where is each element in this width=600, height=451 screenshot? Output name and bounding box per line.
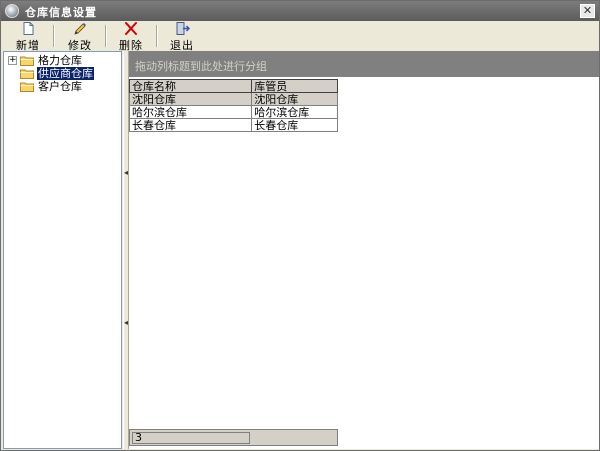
toolbar-separator xyxy=(156,25,158,47)
tree-expander[interactable]: + xyxy=(8,56,17,65)
cell-keeper[interactable]: 哈尔滨仓库 xyxy=(251,105,338,119)
column-header-warehouse-name[interactable]: 仓库名称 xyxy=(128,79,253,93)
tree-item-label: 客户仓库 xyxy=(38,80,82,93)
delete-button[interactable]: 删除 xyxy=(114,21,148,52)
title-bar[interactable]: 仓库信息设置 ✕ xyxy=(1,1,599,21)
grid-footer: 3 xyxy=(129,429,338,446)
exit-button[interactable]: 退出 xyxy=(165,21,199,52)
folder-icon xyxy=(20,56,34,66)
edit-button[interactable]: 修改 xyxy=(63,21,97,52)
collapse-left-arrow-icon[interactable]: ◂ xyxy=(124,319,128,327)
grid-header-row: 仓库名称 库管员 xyxy=(128,79,338,93)
toolbar: 新增 修改 删除 退出 xyxy=(1,21,599,52)
group-by-area[interactable]: 拖动列标题到此处进行分组 xyxy=(129,51,599,77)
window-title: 仓库信息设置 xyxy=(25,6,97,19)
warehouse-tree: + 格力仓库 供应商仓库 客户仓库 xyxy=(3,51,122,449)
tree-item-gree-warehouse[interactable]: + 格力仓库 xyxy=(4,54,121,67)
tree-item-supplier-warehouse[interactable]: 供应商仓库 xyxy=(4,67,121,80)
edit-pencil-icon xyxy=(74,23,86,35)
tree-item-label: 格力仓库 xyxy=(38,54,82,67)
toolbar-separator xyxy=(53,25,55,47)
table-row[interactable]: 沈阳仓库 沈阳仓库 xyxy=(128,92,338,106)
new-document-icon xyxy=(23,22,34,35)
tree-item-customer-warehouse[interactable]: 客户仓库 xyxy=(4,80,121,93)
app-icon xyxy=(5,4,19,18)
cell-keeper[interactable]: 长春仓库 xyxy=(251,118,338,132)
record-count: 3 xyxy=(132,432,250,444)
tree-item-label: 供应商仓库 xyxy=(37,67,94,80)
exit-door-icon xyxy=(176,22,190,35)
folder-icon xyxy=(20,69,34,79)
folder-icon xyxy=(20,82,34,92)
group-by-hint: 拖动列标题到此处进行分组 xyxy=(135,60,267,73)
toolbar-separator xyxy=(105,25,107,47)
cell-warehouse-name[interactable]: 哈尔滨仓库 xyxy=(128,105,253,119)
delete-x-icon xyxy=(125,22,137,35)
cell-keeper[interactable]: 沈阳仓库 xyxy=(251,92,338,106)
close-button[interactable]: ✕ xyxy=(580,4,595,18)
column-header-keeper[interactable]: 库管员 xyxy=(251,79,338,93)
cell-warehouse-name[interactable]: 沈阳仓库 xyxy=(128,92,253,106)
table-row[interactable]: 哈尔滨仓库 哈尔滨仓库 xyxy=(128,105,338,119)
warehouse-grid: 仓库名称 库管员 沈阳仓库 沈阳仓库 哈尔滨仓库 哈尔滨仓库 长春仓库 长春仓库 xyxy=(128,79,338,132)
collapse-left-arrow-icon[interactable]: ◂ xyxy=(124,169,128,177)
cell-warehouse-name[interactable]: 长春仓库 xyxy=(128,118,253,132)
warehouse-settings-window: 仓库信息设置 ✕ 新增 修改 删除 退出 + 格力仓库 供应商仓库 客户仓库 ◂… xyxy=(0,0,600,451)
new-button[interactable]: 新增 xyxy=(11,21,45,52)
warehouse-grid-panel: 拖动列标题到此处进行分组 仓库名称 库管员 沈阳仓库 沈阳仓库 哈尔滨仓库 哈尔… xyxy=(128,51,599,449)
table-row[interactable]: 长春仓库 长春仓库 xyxy=(128,118,338,132)
